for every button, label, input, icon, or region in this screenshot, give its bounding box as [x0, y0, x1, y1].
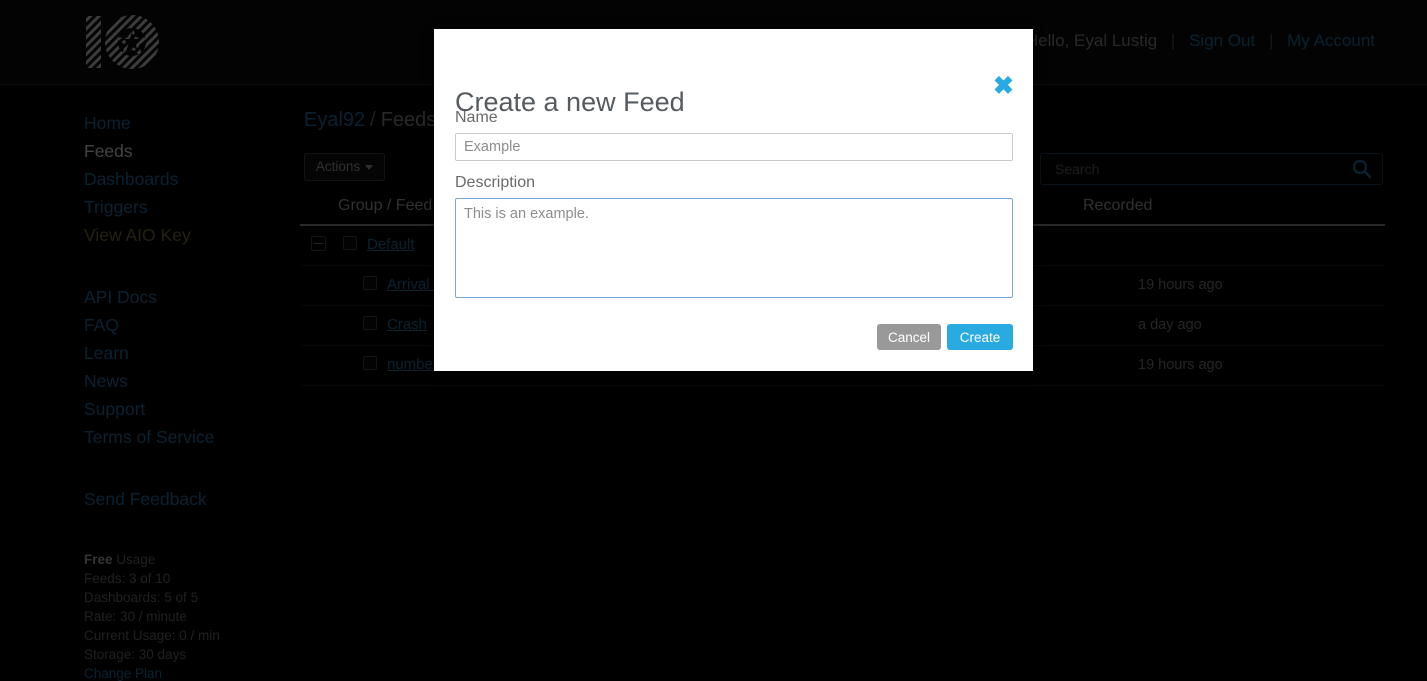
- adafruit-io-logo[interactable]: [84, 12, 166, 72]
- row-checkbox[interactable]: [363, 316, 377, 330]
- sidebar-item-learn[interactable]: Learn: [84, 339, 294, 367]
- actions-button-label: Actions: [315, 159, 361, 174]
- sidebar-item-triggers[interactable]: Triggers: [84, 193, 294, 221]
- breadcrumb: Eyal92/Feeds: [304, 109, 436, 132]
- sidebar-item-view-aio-key[interactable]: View AIO Key: [84, 221, 294, 249]
- cancel-button[interactable]: Cancel: [877, 324, 941, 350]
- sidebar-item-dashboards[interactable]: Dashboards: [84, 165, 294, 193]
- nav-separator-2: |: [1268, 31, 1274, 50]
- usage-plan-suffix: Usage: [112, 552, 156, 567]
- sidebar-gap-2: [84, 451, 294, 485]
- top-navigation: Hello, Eyal Lustig | Sign Out | My Accou…: [1026, 31, 1375, 51]
- group-name-link[interactable]: Default: [367, 236, 415, 253]
- usage-plan-line: Free Usage: [84, 550, 304, 569]
- my-account-link[interactable]: My Account: [1287, 31, 1375, 50]
- feed-name-link[interactable]: Arrival t: [387, 276, 438, 293]
- collapse-group-icon[interactable]: [311, 236, 326, 251]
- search-placeholder: Search: [1055, 161, 1100, 177]
- row-recorded: a day ago: [1138, 317, 1202, 333]
- row-checkbox[interactable]: [343, 236, 357, 250]
- sidebar-item-send-feedback[interactable]: Send Feedback: [84, 485, 294, 513]
- close-icon[interactable]: ✖: [993, 74, 1014, 99]
- feed-name-link[interactable]: Crash: [387, 316, 427, 333]
- search-icon[interactable]: [1352, 159, 1372, 179]
- breadcrumb-user[interactable]: Eyal92: [304, 109, 365, 131]
- name-field-label: Name: [455, 109, 498, 126]
- feed-name-input[interactable]: [455, 133, 1013, 161]
- usage-storage: Storage: 30 days: [84, 647, 187, 662]
- sign-out-link[interactable]: Sign Out: [1189, 31, 1255, 50]
- usage-feeds: Feeds: 3 of 10: [84, 571, 171, 586]
- sidebar-nav: Home Feeds Dashboards Triggers View AIO …: [84, 109, 294, 513]
- sidebar-item-feeds[interactable]: Feeds: [84, 137, 294, 165]
- change-plan-link[interactable]: Change Plan: [84, 664, 304, 681]
- sidebar-item-faq[interactable]: FAQ: [84, 311, 294, 339]
- row-recorded: 19 hours ago: [1138, 357, 1223, 373]
- row-recorded: 19 hours ago: [1138, 277, 1223, 293]
- usage-current: Current Usage: 0 / min: [84, 628, 220, 643]
- app-root: Hello, Eyal Lustig | Sign Out | My Accou…: [0, 0, 1427, 681]
- nav-separator-1: |: [1170, 31, 1176, 50]
- row-checkbox[interactable]: [363, 356, 377, 370]
- breadcrumb-separator: /: [370, 109, 376, 131]
- row-checkbox[interactable]: [363, 276, 377, 290]
- sidebar-gap-1: [84, 249, 294, 283]
- sidebar: Home Feeds Dashboards Triggers View AIO …: [0, 85, 300, 681]
- sidebar-item-news[interactable]: News: [84, 367, 294, 395]
- sidebar-item-api-docs[interactable]: API Docs: [84, 283, 294, 311]
- feed-description-textarea[interactable]: [455, 198, 1013, 298]
- column-header-recorded: Recorded: [1083, 197, 1153, 214]
- column-header-group-feed: Group / Feed: [338, 197, 433, 214]
- usage-rate: Rate: 30 / minute: [84, 609, 187, 624]
- usage-dashboards: Dashboards: 5 of 5: [84, 590, 199, 605]
- breadcrumb-section: Feeds: [380, 109, 437, 131]
- search-box[interactable]: Search: [1040, 153, 1383, 185]
- actions-button[interactable]: Actions: [304, 153, 385, 181]
- description-field-label: Description: [455, 174, 536, 191]
- feed-name-link[interactable]: number: [387, 356, 438, 373]
- create-feed-dialog: Create a new Feed ✖ Name Description Can…: [434, 29, 1033, 371]
- chevron-down-icon: [365, 164, 374, 170]
- usage-panel: Free Usage Feeds: 3 of 10 Dashboards: 5 …: [84, 550, 304, 681]
- sidebar-item-support[interactable]: Support: [84, 395, 294, 423]
- sidebar-item-home[interactable]: Home: [84, 109, 294, 137]
- usage-plan-name: Free: [84, 552, 113, 567]
- greeting-text: Hello, Eyal Lustig: [1025, 31, 1158, 50]
- create-button[interactable]: Create: [947, 324, 1013, 350]
- sidebar-item-terms-of-service[interactable]: Terms of Service: [84, 423, 294, 451]
